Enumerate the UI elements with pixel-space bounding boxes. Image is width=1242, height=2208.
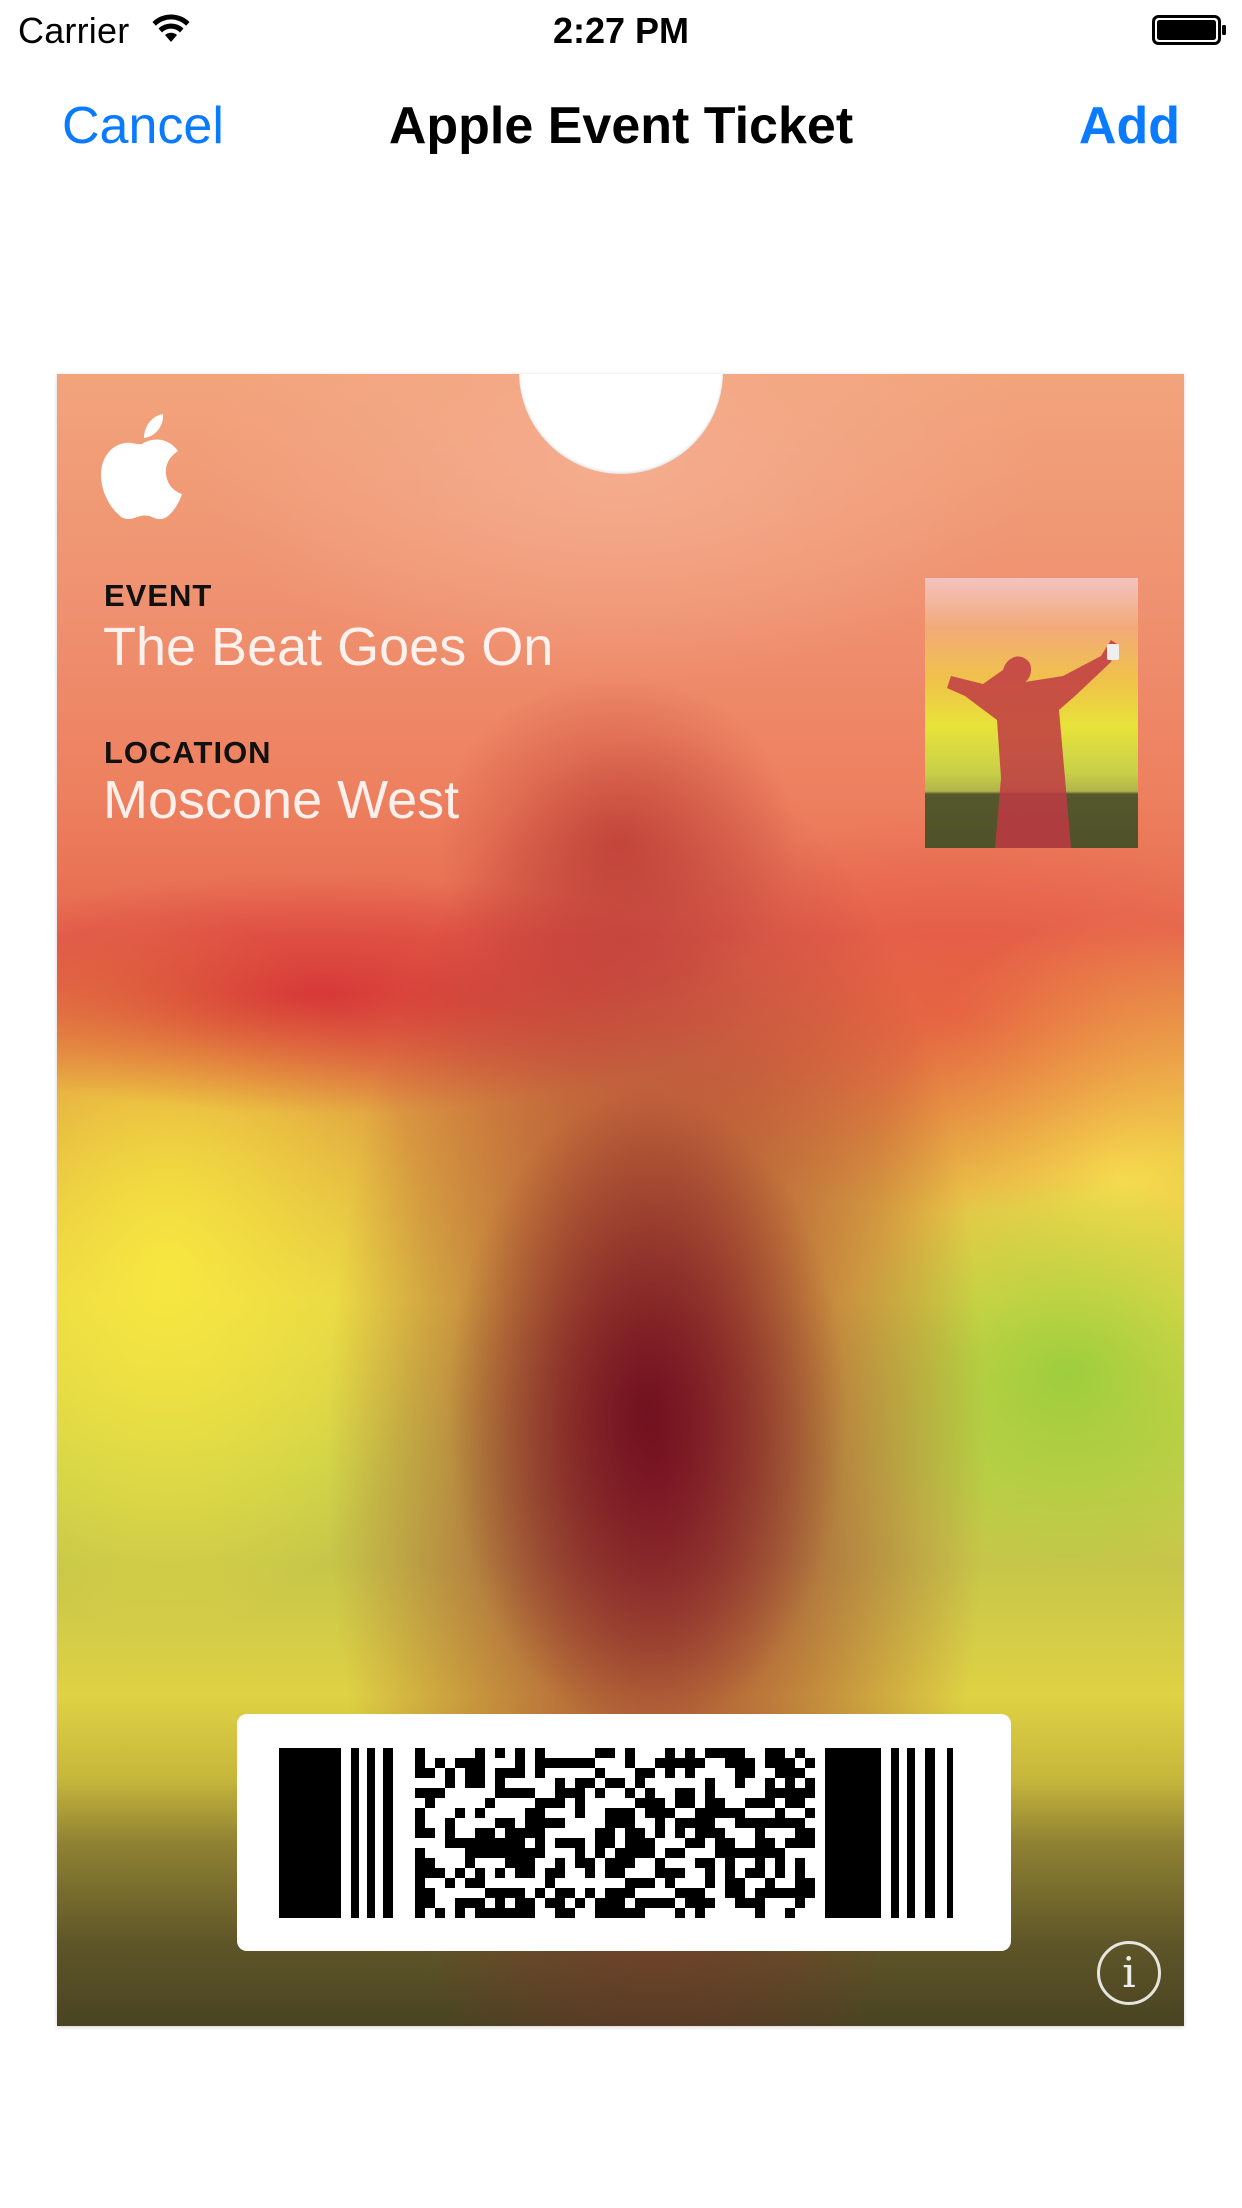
event-ticket-pass: EVENT The Beat Goes On LOCATION Moscone … [57,374,1184,2026]
event-field-value: The Beat Goes On [103,617,554,677]
location-field-label: LOCATION [104,735,272,770]
add-button[interactable]: Add [1079,96,1180,156]
status-time: 2:27 PM [552,10,690,51]
apple-logo-icon [101,414,182,520]
pdf417-barcode [279,1748,953,1918]
location-field-value: Moscone West [103,770,460,830]
event-field-label: EVENT [104,578,213,613]
barcode-container [237,1714,1011,1951]
battery-full-icon [1152,15,1226,45]
event-artwork-thumbnail [925,578,1138,848]
page-title: Apple Event Ticket [388,97,854,155]
status-bar: Carrier 2:27 PM [0,0,1242,60]
navigation-bar: Cancel Apple Event Ticket Add [0,72,1242,182]
info-icon[interactable]: i [1097,1941,1161,2005]
